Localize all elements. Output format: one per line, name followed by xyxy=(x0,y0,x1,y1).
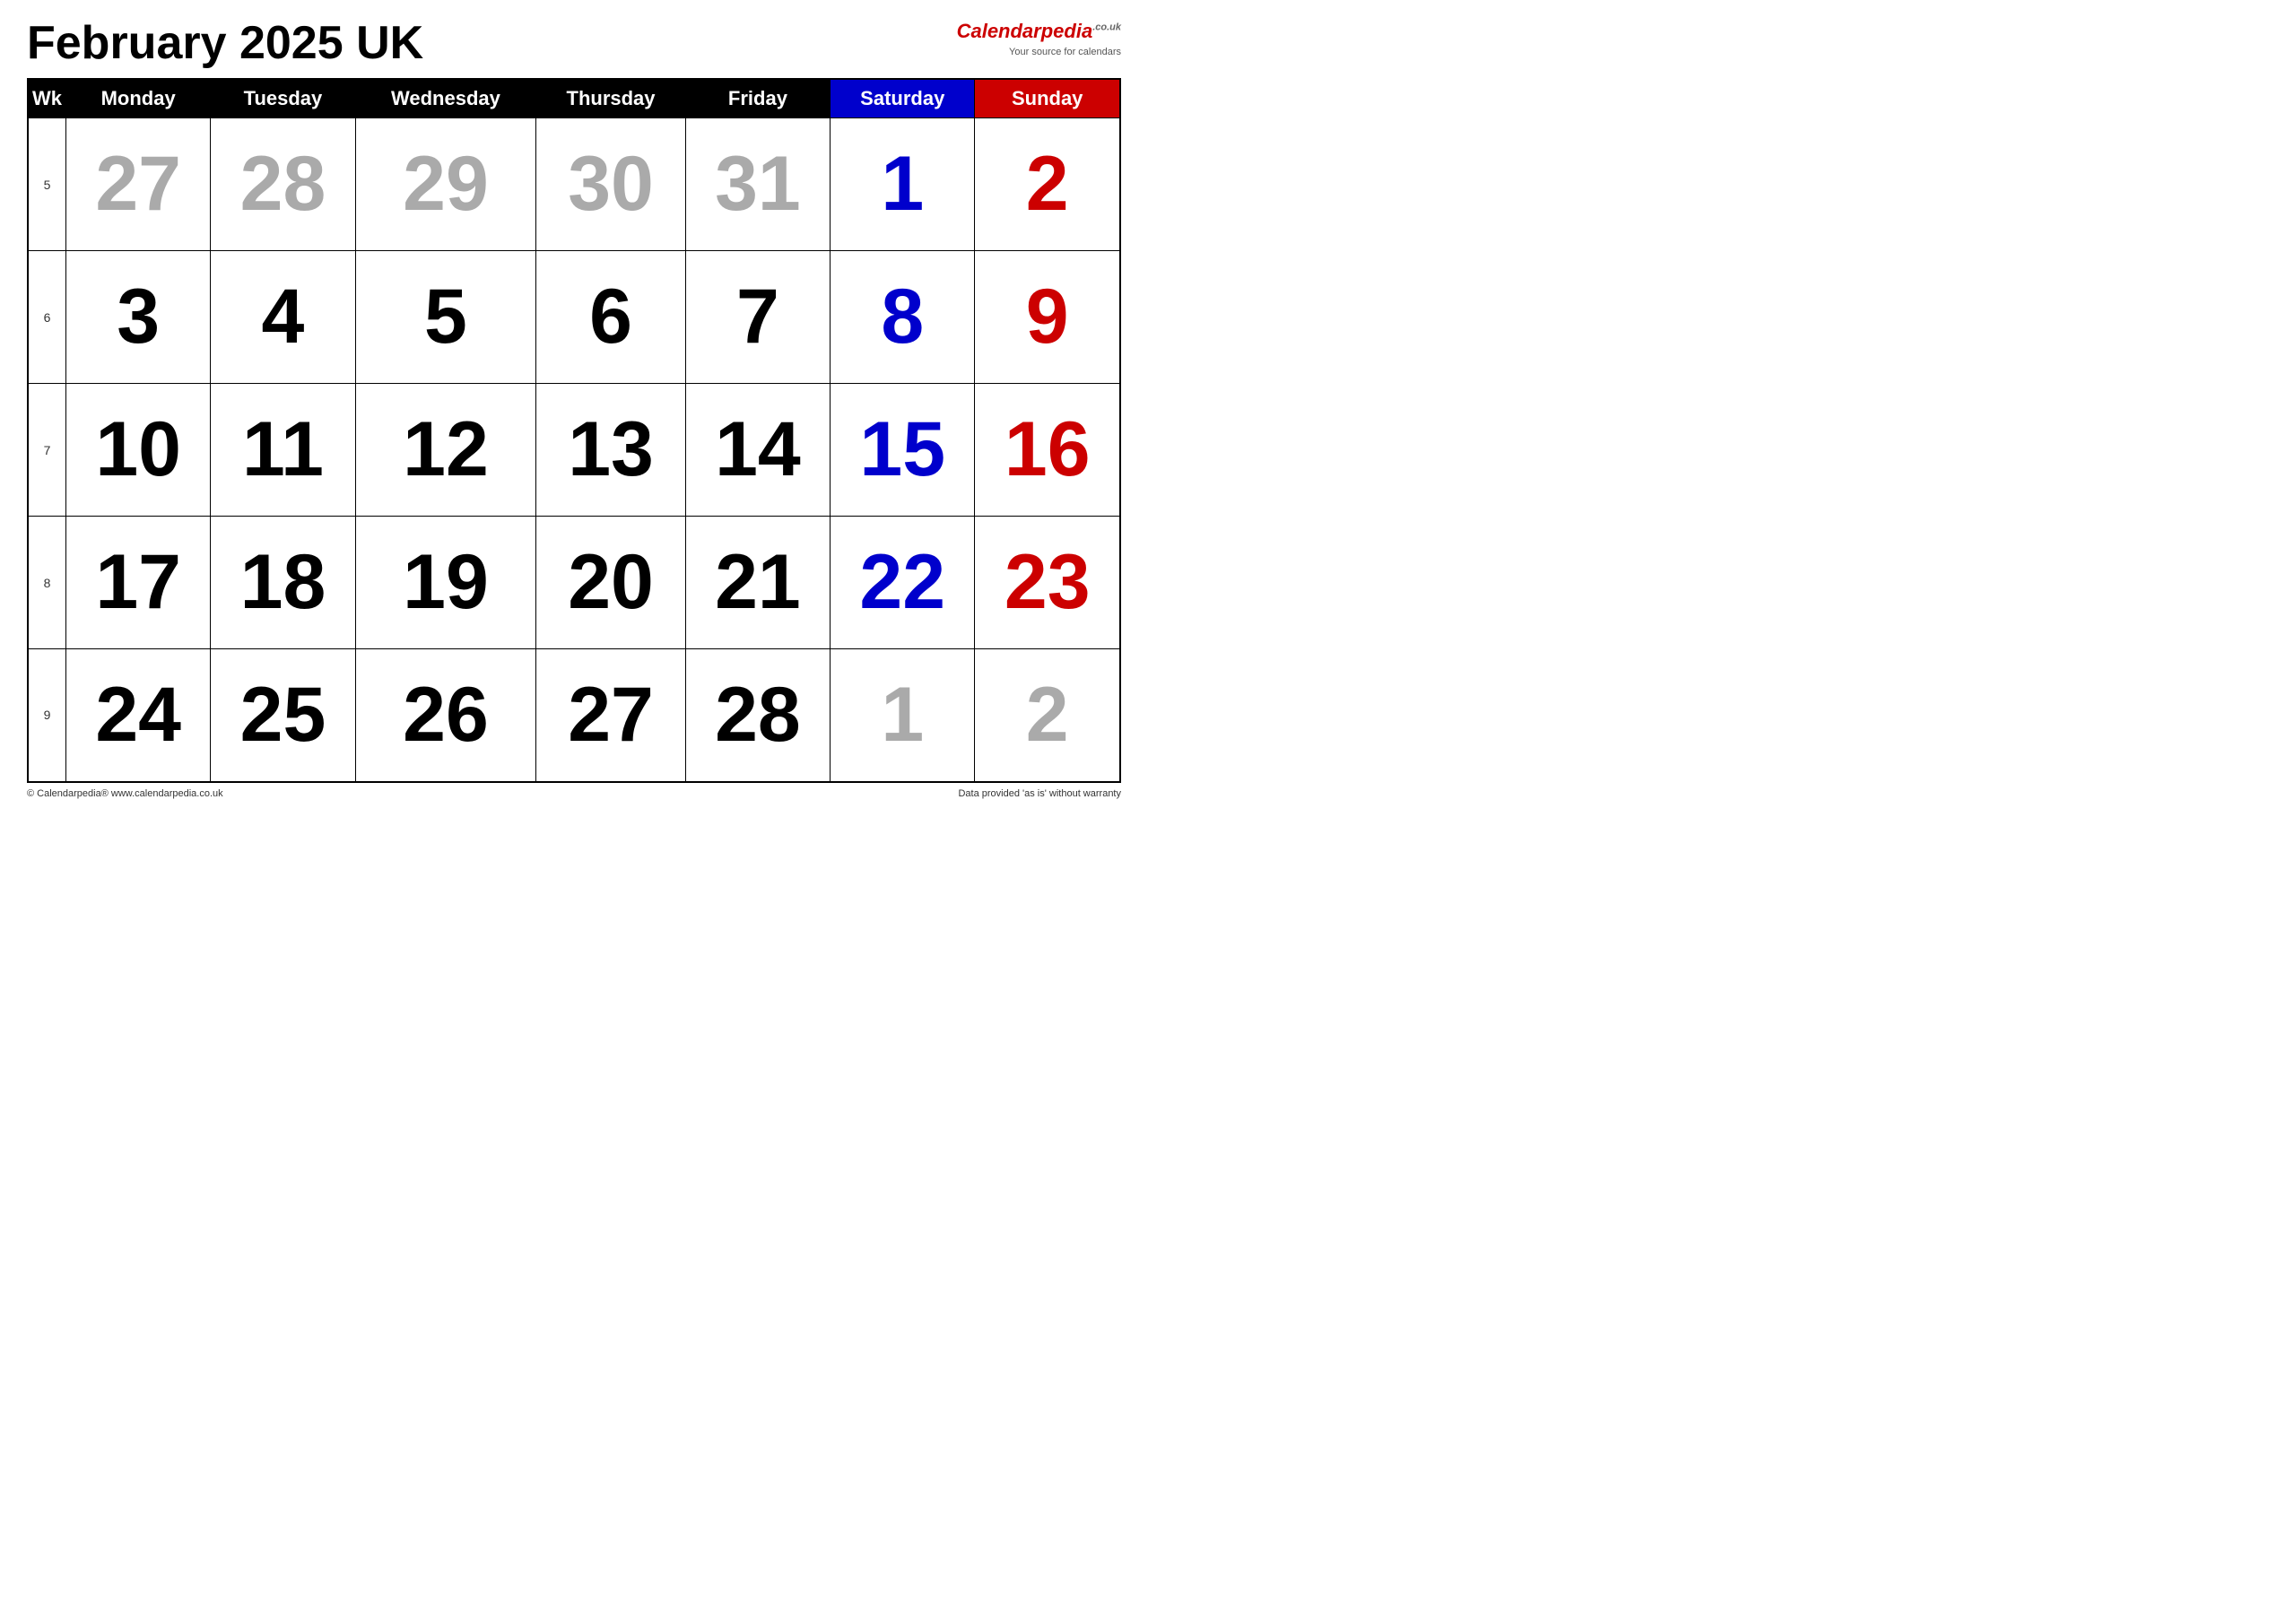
calendar-table: Wk Monday Tuesday Wednesday Thursday Fri… xyxy=(27,78,1121,783)
footer-copyright: © Calendarpedia® www.calendarpedia.co.uk xyxy=(27,788,223,799)
day-cell-w5-d5: 1 xyxy=(831,118,975,251)
day-cell-w5-d1: 28 xyxy=(211,118,355,251)
logo-suffix: pedia.co.uk xyxy=(1041,20,1121,42)
logo-pedia: pedia xyxy=(1041,20,1092,42)
logo-tagline: Your source for calendars xyxy=(957,46,1121,59)
day-cell-w9-d6: 2 xyxy=(975,649,1120,782)
week-number-9: 9 xyxy=(28,649,66,782)
day-cell-w7-d6: 16 xyxy=(975,384,1120,517)
day-cell-w7-d1: 11 xyxy=(211,384,355,517)
week-row-3: 710111213141516 xyxy=(28,384,1120,517)
week-number-8: 8 xyxy=(28,517,66,649)
logo-tld: .co.uk xyxy=(1092,22,1121,33)
week-number-5: 5 xyxy=(28,118,66,251)
logo-prefix: Calendar xyxy=(957,20,1041,42)
day-cell-w7-d2: 12 xyxy=(355,384,536,517)
calendar-header-row: Wk Monday Tuesday Wednesday Thursday Fri… xyxy=(28,79,1120,118)
col-header-monday: Monday xyxy=(66,79,211,118)
day-cell-w8-d4: 21 xyxy=(685,517,830,649)
day-cell-w8-d6: 23 xyxy=(975,517,1120,649)
col-header-tuesday: Tuesday xyxy=(211,79,355,118)
day-cell-w6-d1: 4 xyxy=(211,251,355,384)
day-cell-w5-d2: 29 xyxy=(355,118,536,251)
col-header-friday: Friday xyxy=(685,79,830,118)
col-header-wk: Wk xyxy=(28,79,66,118)
week-row-5: 9242526272812 xyxy=(28,649,1120,782)
week-number-6: 6 xyxy=(28,251,66,384)
day-cell-w8-d0: 17 xyxy=(66,517,211,649)
day-cell-w5-d6: 2 xyxy=(975,118,1120,251)
logo-brand: Calendarpedia.co.uk xyxy=(957,18,1121,46)
page-title: February 2025 UK xyxy=(27,18,423,69)
week-number-7: 7 xyxy=(28,384,66,517)
footer-disclaimer: Data provided 'as is' without warranty xyxy=(958,788,1121,799)
day-cell-w7-d0: 10 xyxy=(66,384,211,517)
page-footer: © Calendarpedia® www.calendarpedia.co.uk… xyxy=(27,788,1121,799)
day-cell-w9-d2: 26 xyxy=(355,649,536,782)
day-cell-w5-d0: 27 xyxy=(66,118,211,251)
page-header: February 2025 UK Calendarpedia.co.uk You… xyxy=(27,18,1121,69)
col-header-thursday: Thursday xyxy=(536,79,685,118)
day-cell-w6-d2: 5 xyxy=(355,251,536,384)
day-cell-w8-d2: 19 xyxy=(355,517,536,649)
col-header-saturday: Saturday xyxy=(831,79,975,118)
day-cell-w9-d3: 27 xyxy=(536,649,685,782)
col-header-wednesday: Wednesday xyxy=(355,79,536,118)
day-cell-w9-d1: 25 xyxy=(211,649,355,782)
week-row-1: 5272829303112 xyxy=(28,118,1120,251)
calendar-body: 5272829303112634567897101112131415168171… xyxy=(28,118,1120,782)
day-cell-w9-d5: 1 xyxy=(831,649,975,782)
day-cell-w6-d6: 9 xyxy=(975,251,1120,384)
day-cell-w9-d4: 28 xyxy=(685,649,830,782)
day-cell-w5-d3: 30 xyxy=(536,118,685,251)
week-row-2: 63456789 xyxy=(28,251,1120,384)
day-cell-w7-d4: 14 xyxy=(685,384,830,517)
day-cell-w6-d0: 3 xyxy=(66,251,211,384)
day-cell-w8-d1: 18 xyxy=(211,517,355,649)
logo: Calendarpedia.co.uk Your source for cale… xyxy=(957,18,1121,59)
day-cell-w6-d3: 6 xyxy=(536,251,685,384)
day-cell-w9-d0: 24 xyxy=(66,649,211,782)
day-cell-w8-d5: 22 xyxy=(831,517,975,649)
day-cell-w5-d4: 31 xyxy=(685,118,830,251)
day-cell-w7-d3: 13 xyxy=(536,384,685,517)
day-cell-w8-d3: 20 xyxy=(536,517,685,649)
day-cell-w6-d4: 7 xyxy=(685,251,830,384)
week-row-4: 817181920212223 xyxy=(28,517,1120,649)
col-header-sunday: Sunday xyxy=(975,79,1120,118)
day-cell-w7-d5: 15 xyxy=(831,384,975,517)
day-cell-w6-d5: 8 xyxy=(831,251,975,384)
